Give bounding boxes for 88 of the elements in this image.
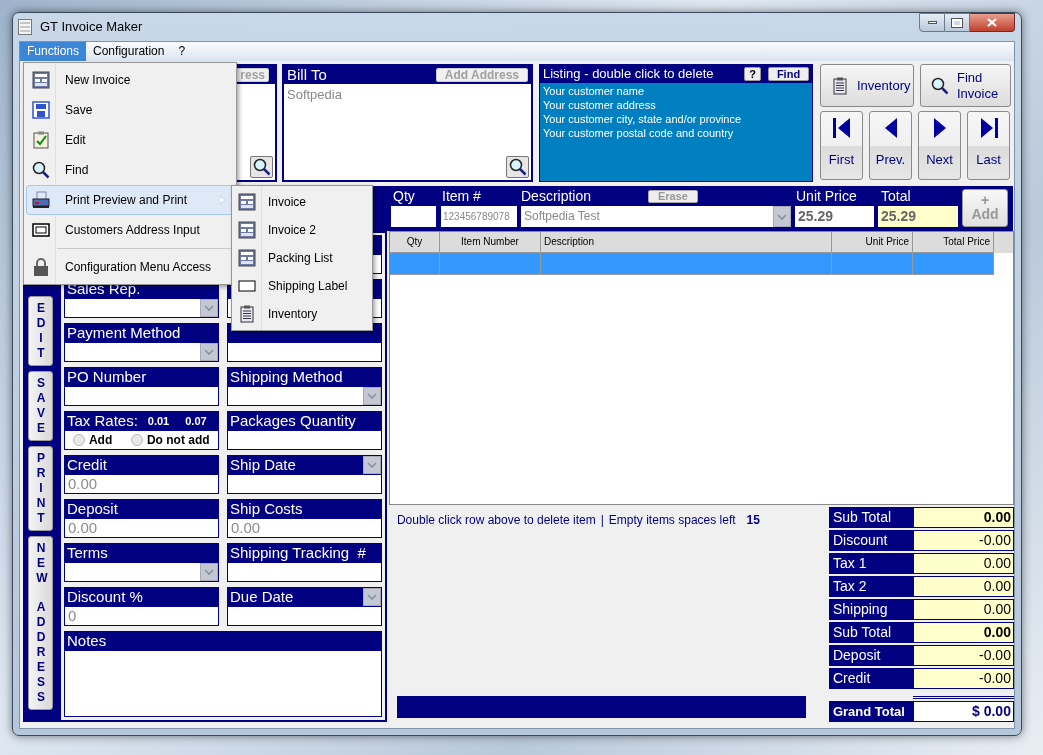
- menu-title[interactable]: Functions: [20, 42, 87, 61]
- total-value: 0.00: [913, 554, 1013, 573]
- total-value: -0.00: [913, 646, 1013, 665]
- column-label: Item #: [441, 188, 482, 205]
- menu-item[interactable]: Inventory: [234, 300, 370, 328]
- input-field[interactable]: 0.00: [63, 475, 219, 494]
- tax-rate: 0.07: [185, 414, 207, 429]
- total-value: -0.00: [913, 531, 1013, 550]
- column-label: Total: [880, 188, 912, 205]
- side-button[interactable]: PRINT: [28, 446, 54, 531]
- input-field[interactable]: 0.00: [63, 519, 219, 538]
- item-number-field[interactable]: 123456789078: [441, 206, 517, 227]
- field-label: Shipping Method: [226, 367, 382, 387]
- side-button[interactable]: EDIT: [28, 296, 54, 366]
- field-label: Ship Costs: [226, 499, 382, 519]
- grand-total-value: $ 0.00: [913, 702, 1013, 721]
- tax-rate: 0.01: [147, 414, 170, 429]
- grand-total-label: Grand Total: [829, 702, 914, 721]
- total-value: -0.00: [913, 669, 1013, 688]
- spaces-label: Empty items spaces left: [608, 512, 736, 529]
- menu-item[interactable]: Configuration Menu Access: [26, 245, 234, 282]
- menu-item[interactable]: New Invoice: [26, 65, 234, 95]
- menu-item[interactable]: Invoice: [234, 188, 370, 216]
- total-label: Sub Total: [829, 623, 914, 642]
- side-button[interactable]: SAVE: [28, 371, 54, 441]
- address-text: Softpedia: [286, 86, 343, 104]
- column-label: Unit Price: [795, 188, 858, 205]
- toolbar-button[interactable]: Inventory: [820, 64, 914, 107]
- find-button[interactable]: Find: [768, 67, 809, 81]
- panel-title: Listing - double click to delete: [543, 65, 715, 84]
- menu-item[interactable]: Find: [26, 155, 234, 185]
- radio-option[interactable]: Do not add: [130, 431, 210, 449]
- help-button[interactable]: ?: [744, 67, 761, 81]
- column-label: Qty: [392, 188, 416, 205]
- total-label: Sub Total: [829, 508, 914, 527]
- description-dropdown[interactable]: Softpedia Test: [521, 206, 791, 227]
- menu-item[interactable]: Edit: [26, 125, 234, 155]
- spaces-count: 15: [746, 512, 760, 529]
- delete-hint: Double click row above to delete item: [396, 512, 596, 529]
- field-label: Payment Method: [63, 323, 219, 343]
- menu-title[interactable]: Configuration: [86, 42, 172, 61]
- panel-title: Bill To: [287, 64, 327, 85]
- unit-price-field[interactable]: 25.29: [795, 206, 874, 227]
- input-field[interactable]: 0: [63, 607, 219, 626]
- field-label: Credit: [63, 455, 219, 475]
- total-label: Credit: [829, 669, 914, 688]
- field-label: Deposit: [63, 499, 219, 519]
- field-label: Terms: [63, 543, 219, 563]
- window-title: GT Invoice Maker: [40, 18, 143, 37]
- navigation-button[interactable]: Next: [918, 111, 961, 180]
- total-field[interactable]: 25.29: [878, 206, 958, 227]
- total-value: 0.00: [913, 577, 1013, 596]
- radio-option[interactable]: Add: [72, 431, 131, 449]
- field-label: Notes: [63, 631, 382, 651]
- navigation-button[interactable]: First: [820, 111, 863, 180]
- total-value: 0.00: [913, 623, 1013, 642]
- field-label: Ship Date: [226, 455, 382, 475]
- field-label: Discount %: [63, 587, 219, 607]
- listing-line[interactable]: Your customer address: [543, 98, 809, 112]
- field-label: Tax Rates:: [66, 411, 138, 431]
- total-value: 0.00: [913, 508, 1013, 527]
- menu-item[interactable]: Save: [26, 95, 234, 125]
- listing-line[interactable]: Your customer name: [543, 84, 809, 98]
- menu-title[interactable]: ?: [171, 42, 193, 61]
- total-value: 0.00: [913, 600, 1013, 619]
- listing-line[interactable]: Your customer city, state and/or province: [543, 112, 809, 126]
- menu-item[interactable]: Customers Address Input: [26, 215, 234, 245]
- field-label: Due Date: [226, 587, 382, 607]
- navigation-button[interactable]: Last: [967, 111, 1010, 180]
- listing-line[interactable]: Your customer postal code and country: [543, 126, 809, 140]
- field-label: Shipping Tracking #: [226, 543, 382, 563]
- navigation-button[interactable]: Prev.: [869, 111, 912, 180]
- menu-item[interactable]: Shipping Label: [234, 272, 370, 300]
- field-label: Packages Quantity: [226, 411, 382, 431]
- total-label: Tax 1: [829, 554, 914, 573]
- field-label: PO Number: [63, 367, 219, 387]
- total-label: Deposit: [829, 646, 914, 665]
- column-label: Description: [521, 188, 593, 205]
- menu-item[interactable]: Print Preview and Print: [26, 185, 234, 215]
- menu-item[interactable]: Invoice 2: [234, 216, 370, 244]
- separator-text: |: [600, 512, 604, 529]
- total-label: Discount: [829, 531, 914, 550]
- side-button[interactable]: NEW ADDRESS: [28, 536, 54, 710]
- total-label: Shipping: [829, 600, 914, 619]
- menu-item[interactable]: Packing List: [234, 244, 370, 272]
- input-field[interactable]: 0.00: [226, 519, 382, 538]
- toolbar-button[interactable]: Find Invoice: [920, 64, 1011, 107]
- total-label: Tax 2: [829, 577, 914, 596]
